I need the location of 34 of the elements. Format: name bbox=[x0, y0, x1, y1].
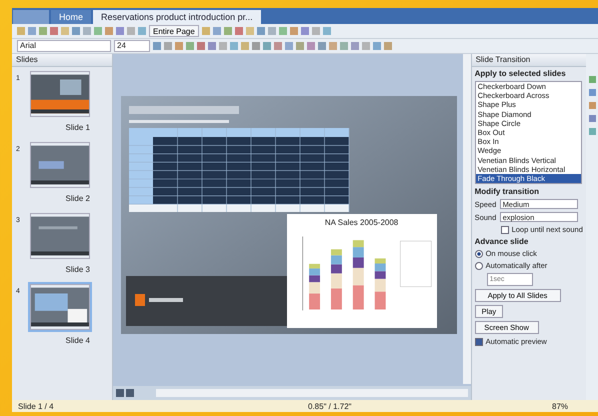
slide-label: Slide 3 bbox=[66, 265, 90, 276]
chart-bar bbox=[352, 240, 364, 310]
section-heading: Advance slide bbox=[474, 237, 528, 246]
section-heading: Modify transition bbox=[474, 187, 540, 196]
slide-thumbnail[interactable] bbox=[30, 142, 90, 188]
section-heading: Apply to selected slides bbox=[474, 69, 566, 78]
status-zoom: 87% bbox=[552, 402, 570, 410]
status-slide: Slide 1 / 4 bbox=[18, 402, 55, 410]
checkbox[interactable] bbox=[500, 226, 509, 234]
chart-bar bbox=[330, 249, 342, 310]
checkbox[interactable] bbox=[474, 338, 483, 346]
chart-title: NA Sales 2005-2008 bbox=[324, 218, 398, 227]
zoom-button[interactable]: Entire Page bbox=[149, 25, 199, 37]
slide-label: Slide 2 bbox=[66, 194, 90, 205]
slide-thumbnail[interactable] bbox=[30, 71, 90, 117]
chart-legend bbox=[400, 240, 432, 287]
scrollbar[interactable] bbox=[462, 54, 471, 384]
slide-label: Slide 4 bbox=[66, 336, 90, 347]
chart-bar bbox=[308, 264, 320, 310]
scrollbar[interactable] bbox=[156, 389, 468, 397]
panel-title: Slide Transition bbox=[476, 55, 530, 64]
font-size-field[interactable]: 24 bbox=[114, 40, 150, 52]
slide-thumbnail[interactable] bbox=[30, 213, 90, 259]
document-tab[interactable]: Home bbox=[51, 10, 92, 24]
radio-button[interactable] bbox=[474, 250, 483, 258]
chart-bar bbox=[374, 258, 386, 310]
font-field[interactable]: Arial bbox=[17, 40, 111, 52]
radio-button[interactable] bbox=[474, 262, 483, 270]
app-menu-button[interactable] bbox=[13, 10, 49, 24]
document-tab[interactable]: Reservations product introduction pr... bbox=[93, 10, 261, 24]
slide-label: Slide 1 bbox=[66, 123, 90, 134]
slide-thumbnail[interactable] bbox=[30, 284, 90, 330]
panel-title: Slides bbox=[16, 55, 38, 64]
status-position: 0.85" / 1.72" bbox=[308, 402, 352, 410]
